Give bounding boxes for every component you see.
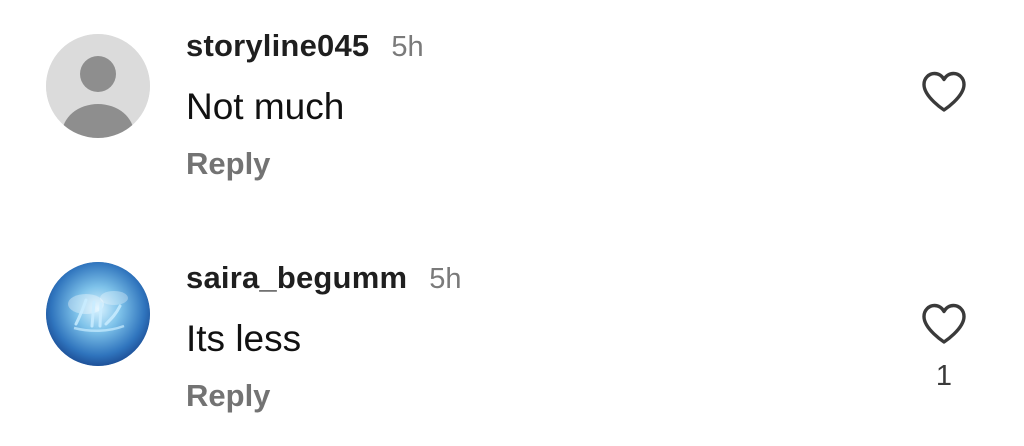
- reply-button[interactable]: Reply: [186, 146, 270, 182]
- comment-text: Its less: [186, 318, 302, 359]
- comment-meta: storyline045 5h: [186, 28, 424, 64]
- avatar[interactable]: [46, 262, 150, 366]
- comment-item: saira_begumm 5h Its less Reply 1: [0, 232, 1024, 446]
- like-button[interactable]: [920, 70, 968, 114]
- blue-calligraphy-avatar-icon: [46, 262, 150, 366]
- avatar[interactable]: [46, 34, 150, 138]
- default-user-avatar-icon: [46, 34, 150, 138]
- username[interactable]: saira_begumm: [186, 260, 407, 296]
- timestamp: 5h: [429, 263, 462, 295]
- like-count: 1: [935, 360, 953, 392]
- heart-outline-icon: [922, 71, 966, 112]
- comment-meta: saira_begumm 5h: [186, 260, 461, 296]
- comment-text: Not much: [186, 86, 345, 127]
- reply-button[interactable]: Reply: [186, 378, 270, 414]
- heart-outline-icon: [922, 303, 966, 344]
- username[interactable]: storyline045: [186, 28, 369, 64]
- timestamp: 5h: [391, 31, 424, 63]
- like-button[interactable]: [920, 302, 968, 346]
- comment-item: storyline045 5h Not much Reply: [0, 0, 1024, 220]
